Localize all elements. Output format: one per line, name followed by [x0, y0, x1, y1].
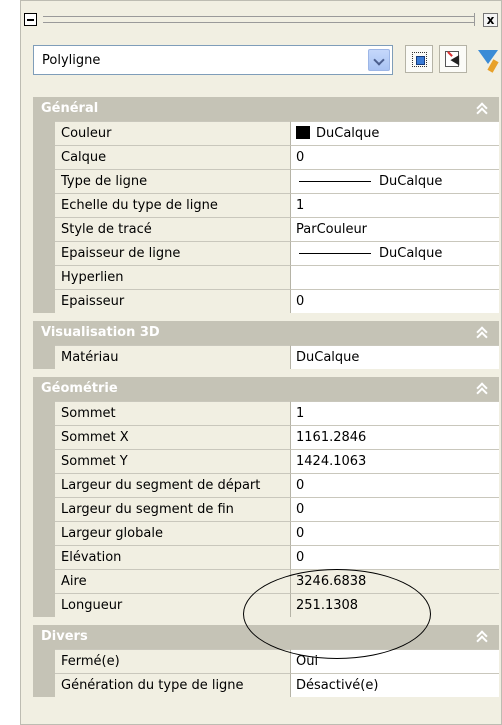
property-value[interactable]: 0 [291, 521, 499, 545]
linetype-value-text: DuCalque [379, 174, 443, 189]
property-label: Style de tracé [55, 217, 291, 241]
select-objects-button[interactable] [439, 45, 467, 73]
property-label: Elévation [55, 545, 291, 569]
property-row-style-de-trace[interactable]: Style de tracé ParCouleur [33, 217, 499, 241]
property-value[interactable]: DuCalque [291, 241, 499, 265]
property-row-hyperlien[interactable]: Hyperlien [33, 265, 499, 289]
section-title: Divers [41, 629, 88, 644]
section-header-geometrie[interactable]: Géométrie [33, 377, 499, 401]
property-label: Epaisseur [55, 289, 291, 313]
section-title: Général [41, 101, 99, 116]
section-header-divers[interactable]: Divers [33, 625, 499, 649]
lineweight-preview-icon [299, 253, 371, 254]
quick-select-button[interactable] [473, 45, 501, 73]
drag-grip[interactable] [43, 13, 475, 26]
collapse-chevron-icon[interactable] [475, 101, 489, 115]
property-label: Sommet Y [55, 449, 291, 473]
color-swatch-icon [296, 126, 310, 139]
object-type-value: Polyligne [42, 53, 101, 68]
property-label: Epaisseur de ligne [55, 241, 291, 265]
property-label: Génération du type de ligne [55, 673, 291, 697]
pickadd-button[interactable] [405, 45, 433, 73]
select-objects-icon [445, 51, 459, 67]
property-row-largeur-depart[interactable]: Largeur du segment de départ 0 [33, 473, 499, 497]
property-label: Echelle du type de ligne [55, 193, 291, 217]
property-value[interactable]: 1424.1063 [291, 449, 499, 473]
property-row-ferme[interactable]: Fermé(e) Oui [33, 649, 499, 673]
section-header-visualisation-3d[interactable]: Visualisation 3D [33, 321, 499, 345]
properties-palette: x Polyligne Général Couleur DuCalque Cal… [20, 0, 502, 725]
property-row-sommet-x[interactable]: Sommet X 1161.2846 [33, 425, 499, 449]
property-value[interactable]: DuCalque [291, 121, 499, 145]
property-value[interactable] [291, 265, 499, 289]
pickadd-toggle-icon [412, 52, 427, 67]
object-type-select[interactable]: Polyligne [33, 45, 393, 75]
property-label: Sommet X [55, 425, 291, 449]
property-row-largeur-globale[interactable]: Largeur globale 0 [33, 521, 499, 545]
property-label: Largeur du segment de départ [55, 473, 291, 497]
property-row-echelle[interactable]: Echelle du type de ligne 1 [33, 193, 499, 217]
collapse-icon[interactable] [24, 13, 37, 26]
property-value[interactable]: 1 [291, 401, 499, 425]
close-button[interactable]: x [483, 13, 498, 27]
property-label: Longueur [55, 593, 291, 617]
property-row-sommet-y[interactable]: Sommet Y 1424.1063 [33, 449, 499, 473]
property-value[interactable]: 0 [291, 289, 499, 313]
property-row-aire[interactable]: Aire 3246.6838 [33, 569, 499, 593]
property-value: 3246.6838 [291, 569, 499, 593]
property-value[interactable]: Désactivé(e) [291, 673, 499, 697]
property-label: Calque [55, 145, 291, 169]
property-value[interactable]: 0 [291, 473, 499, 497]
property-value[interactable]: 0 [291, 145, 499, 169]
property-value[interactable]: Oui [291, 649, 499, 673]
property-label: Type de ligne [55, 169, 291, 193]
property-row-type-de-ligne[interactable]: Type de ligne DuCalque [33, 169, 499, 193]
property-value[interactable]: ParCouleur [291, 217, 499, 241]
palette-titlebar[interactable]: x [21, 13, 501, 29]
section-header-general[interactable]: Général [33, 97, 499, 121]
section-geometrie: Géométrie Sommet 1 Sommet X 1161.2846 So… [33, 377, 499, 617]
property-label: Largeur du segment de fin [55, 497, 291, 521]
property-value[interactable]: 0 [291, 497, 499, 521]
property-row-materiau[interactable]: Matériau DuCalque [33, 345, 499, 369]
property-grid: Général Couleur DuCalque Calque 0 Type d… [33, 97, 499, 705]
property-label: Fermé(e) [55, 649, 291, 673]
property-value[interactable]: DuCalque [291, 169, 499, 193]
property-row-couleur[interactable]: Couleur DuCalque [33, 121, 499, 145]
section-title: Géométrie [41, 381, 118, 396]
property-value: 251.1308 [291, 593, 499, 617]
section-divers: Divers Fermé(e) Oui Génération du type d… [33, 625, 499, 697]
property-row-generation-type-ligne[interactable]: Génération du type de ligne Désactivé(e) [33, 673, 499, 697]
property-label: Largeur globale [55, 521, 291, 545]
property-label: Hyperlien [55, 265, 291, 289]
property-row-elevation[interactable]: Elévation 0 [33, 545, 499, 569]
property-row-calque[interactable]: Calque 0 [33, 145, 499, 169]
section-title: Visualisation 3D [41, 325, 160, 340]
property-row-longueur[interactable]: Longueur 251.1308 [33, 593, 499, 617]
property-value[interactable]: DuCalque [291, 345, 499, 369]
color-value-text: DuCalque [316, 126, 380, 141]
collapse-chevron-icon[interactable] [475, 381, 489, 395]
linetype-preview-icon [299, 181, 371, 182]
property-row-largeur-fin[interactable]: Largeur du segment de fin 0 [33, 497, 499, 521]
property-value[interactable]: 0 [291, 545, 499, 569]
collapse-chevron-icon[interactable] [475, 325, 489, 339]
property-label: Couleur [55, 121, 291, 145]
chevron-down-icon[interactable] [368, 49, 390, 71]
quick-select-filter-icon [478, 50, 498, 64]
lineweight-value-text: DuCalque [379, 246, 443, 261]
property-label: Aire [55, 569, 291, 593]
property-row-sommet[interactable]: Sommet 1 [33, 401, 499, 425]
property-row-epaisseur[interactable]: Epaisseur 0 [33, 289, 499, 313]
property-value[interactable]: 1 [291, 193, 499, 217]
section-general: Général Couleur DuCalque Calque 0 Type d… [33, 97, 499, 313]
property-label: Sommet [55, 401, 291, 425]
property-label: Matériau [55, 345, 291, 369]
property-value[interactable]: 1161.2846 [291, 425, 499, 449]
collapse-chevron-icon[interactable] [475, 629, 489, 643]
property-row-epaisseur-de-ligne[interactable]: Epaisseur de ligne DuCalque [33, 241, 499, 265]
section-visualisation-3d: Visualisation 3D Matériau DuCalque [33, 321, 499, 369]
